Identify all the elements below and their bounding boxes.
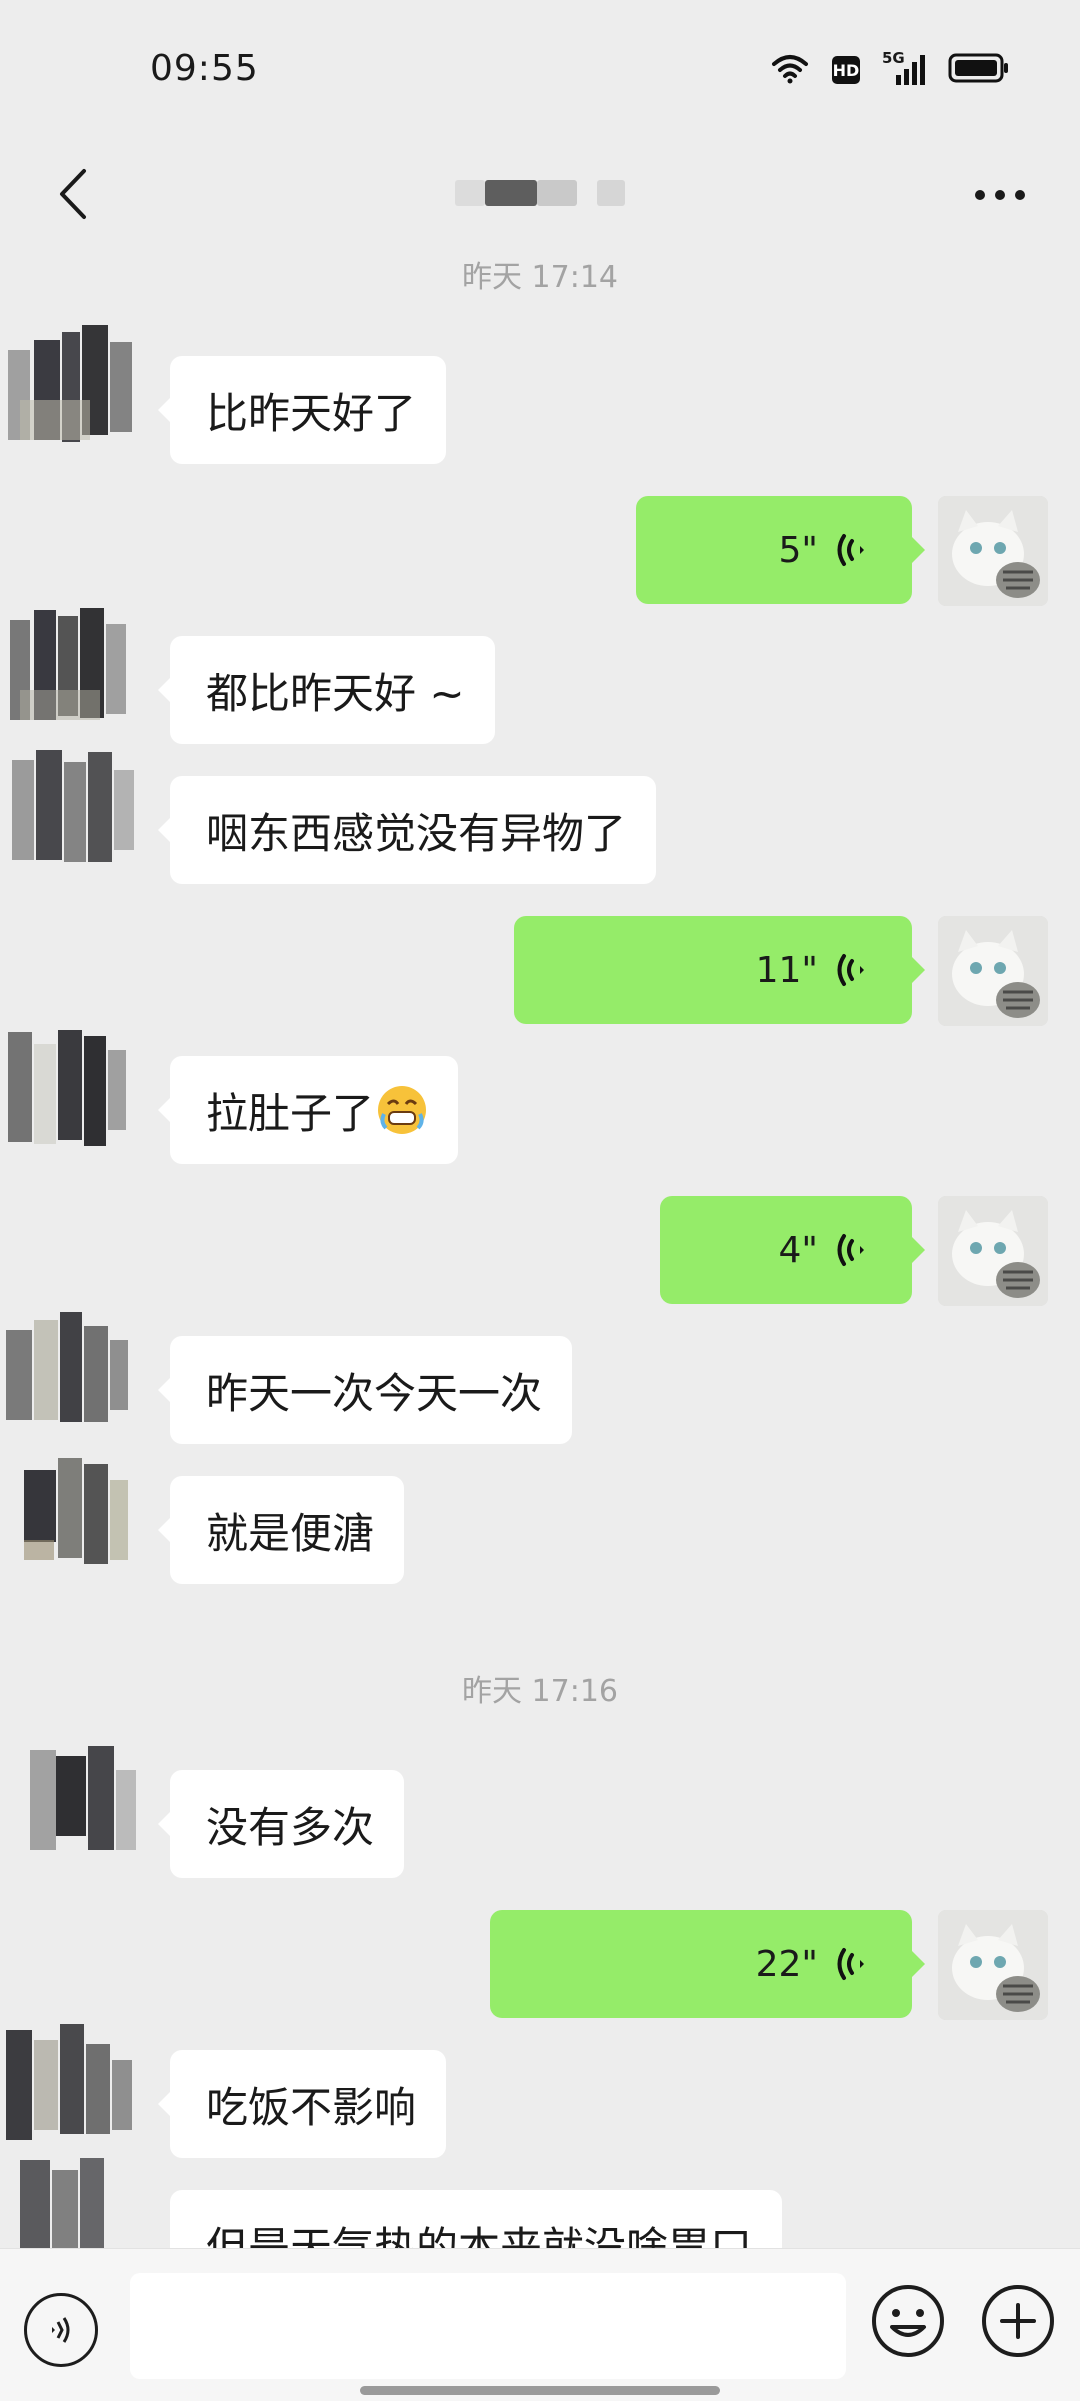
message-text: 都比昨天好 ~ (206, 668, 465, 718)
wifi-icon (770, 52, 810, 88)
contact-avatar[interactable] (0, 740, 170, 880)
emoji-button[interactable] (868, 2281, 948, 2361)
status-time: 09:55 (150, 48, 259, 89)
message-bubble[interactable]: 吃饭不影响 (157, 2050, 447, 2158)
voice-message-bubble[interactable]: 22" (490, 1910, 925, 2018)
chevron-left-icon (60, 169, 86, 219)
self-avatar[interactable] (938, 496, 1048, 606)
timestamp: 昨天 17:16 (462, 1674, 618, 1709)
chat-header (0, 140, 1080, 250)
plus-icon (982, 2285, 1054, 2357)
message-text: 就是便溏 (206, 1508, 375, 1558)
contact-avatar[interactable] (0, 1020, 170, 1160)
more-button[interactable] (960, 160, 1040, 230)
contact-avatar[interactable] (0, 320, 170, 460)
status-icons: HD 5G (770, 49, 1010, 88)
voice-message-bubble[interactable]: 5" (636, 496, 925, 604)
message-bubble[interactable]: 昨天一次今天一次 (157, 1336, 573, 1444)
message-text: 比昨天好了 (206, 388, 417, 438)
message-text: 拉肚子了 (206, 1088, 375, 1138)
message-text: 吃饭不影响 (206, 2082, 417, 2132)
self-avatar[interactable] (938, 1910, 1048, 2020)
voice-message-bubble[interactable]: 11" (514, 916, 925, 1024)
voice-input-icon (52, 2317, 70, 2343)
voice-input-button[interactable] (24, 2293, 98, 2367)
contact-avatar[interactable] (0, 600, 170, 740)
message-bubble[interactable]: 咽东西感觉没有异物了 (157, 776, 657, 884)
voice-duration: 4" (778, 1229, 818, 1271)
self-avatar[interactable] (938, 916, 1048, 1026)
more-actions-button[interactable] (978, 2281, 1058, 2361)
message-text: 没有多次 (206, 1802, 375, 1852)
voice-duration: 11" (755, 949, 818, 991)
voice-duration: 5" (778, 529, 818, 571)
more-dots-icon (975, 190, 1025, 200)
grimace-emoji (378, 1086, 427, 1134)
timestamp: 昨天 17:14 (462, 260, 618, 295)
message-input[interactable] (130, 2273, 846, 2379)
voice-duration: 22" (755, 1943, 818, 1985)
self-avatar[interactable] (938, 1196, 1048, 1306)
contact-avatar[interactable] (0, 2010, 170, 2150)
contact-avatar[interactable] (0, 1300, 170, 1440)
voice-wave-icon (837, 1948, 864, 1980)
battery-icon (948, 53, 1010, 87)
signal-5g-icon: 5G (882, 49, 926, 87)
home-indicator[interactable] (360, 2386, 720, 2395)
message-bubble[interactable]: 就是便溏 (157, 1476, 405, 1584)
voice-wave-icon (837, 1234, 864, 1266)
voice-wave-icon (837, 954, 864, 986)
back-button[interactable] (38, 154, 108, 234)
message-bubble[interactable]: 没有多次 (157, 1770, 405, 1878)
message-bubble[interactable]: 拉肚子了 (157, 1056, 459, 1164)
hd-icon: HD (832, 56, 860, 84)
status-bar: 09:55 HD 5G (0, 0, 1080, 140)
voice-wave-icon (837, 534, 864, 566)
contact-avatar[interactable] (0, 1440, 170, 1580)
message-bubble[interactable]: 都比昨天好 ~ (158, 636, 495, 744)
message-text: 昨天一次今天一次 (206, 1368, 543, 1418)
contact-avatar[interactable] (0, 1730, 170, 1870)
voice-message-bubble[interactable]: 4" (660, 1196, 925, 1304)
input-bar (0, 2248, 1080, 2401)
message-bubble[interactable]: 比昨天好了 (157, 356, 447, 464)
smiley-icon (872, 2285, 944, 2357)
chat-title (455, 170, 625, 210)
message-text: 咽东西感觉没有异物了 (206, 808, 627, 858)
